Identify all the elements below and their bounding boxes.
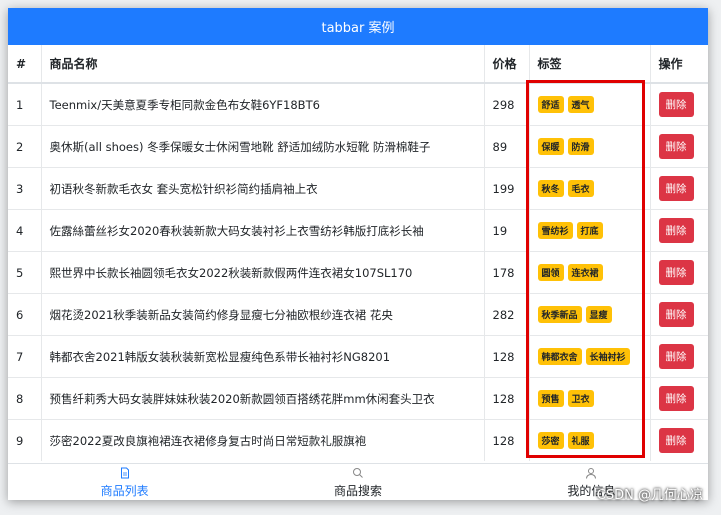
tag-badge: 秋季新品	[537, 306, 582, 323]
table-row: 4 佐露絲蕾丝衫女2020春秋装新款大码女装衬衫上衣雪纺衫韩版打底衫长袖 19 雪纺衫…	[8, 209, 708, 252]
product-name: 韩都衣舍2021韩版女装秋装新宽松显瘦纯色系带长袖衬衫NG8201	[41, 335, 485, 378]
row-index: 8	[8, 377, 42, 420]
product-tags: 保暖 防滑	[529, 125, 651, 168]
row-actions: 删除	[650, 167, 708, 210]
delete-button[interactable]: 删除	[658, 302, 694, 327]
product-name: 奥休斯(all shoes) 冬季保暖女士休闲雪地靴 舒适加绒防水短靴 防滑棉鞋…	[41, 125, 485, 168]
tag-badge: 秋冬	[537, 180, 564, 197]
column-header-tags: 标签	[529, 45, 651, 84]
product-tags: 预售 卫衣	[529, 377, 651, 420]
goods-table: # 商品名称 价格 标签 操作 1 Teenmix/天美意夏季专柜同款金色布女鞋6…	[8, 45, 708, 461]
tag-badge: 预售	[537, 390, 564, 407]
tag-badge: 防滑	[567, 138, 594, 155]
column-header-index: #	[8, 45, 42, 84]
product-tags: 秋冬 毛衣	[529, 167, 651, 210]
product-name: 预售纤莉秀大码女装胖妹妹秋装2020新款圆领百搭绣花胖mm休闲套头卫衣	[41, 377, 485, 420]
tag-badge: 雪纺衫	[537, 222, 573, 239]
product-name: Teenmix/天美意夏季专柜同款金色布女鞋6YF18BT6	[41, 82, 485, 126]
table-row: 2 奥休斯(all shoes) 冬季保暖女士休闲雪地靴 舒适加绒防水短靴 防滑棉…	[8, 125, 708, 168]
product-name: 莎密2022夏改良旗袍裙连衣裙修身复古时尚日常短款礼服旗袍	[41, 419, 485, 461]
product-price: 298	[484, 82, 530, 126]
product-name: 熙世界中长款长袖圆领毛衣女2022秋装新款假两件连衣裙女107SL170	[41, 251, 485, 294]
product-price: 128	[484, 419, 530, 461]
tag-badge: 韩都衣舍	[537, 348, 582, 365]
delete-button[interactable]: 删除	[658, 260, 694, 285]
document-icon	[120, 467, 129, 479]
delete-button[interactable]: 删除	[658, 176, 694, 201]
tag-badge: 莎密	[537, 432, 564, 449]
delete-button[interactable]: 删除	[658, 428, 694, 453]
table-row: 1 Teenmix/天美意夏季专柜同款金色布女鞋6YF18BT6 298 舒适 透气 删除	[8, 82, 708, 126]
app-header: tabbar 案例	[8, 8, 708, 45]
row-actions: 删除	[650, 209, 708, 252]
app-frame: tabbar 案例 # 商品名称 价格 标签 操作 1 Teenmix/天美意夏季…	[8, 8, 708, 500]
tag-badge: 打底	[576, 222, 603, 239]
table-row: 3 初语秋冬新款毛衣女 套头宽松针织衫简约插肩袖上衣 199 秋冬 毛衣 删除	[8, 167, 708, 210]
page-title: tabbar 案例	[321, 21, 395, 36]
row-index: 6	[8, 293, 42, 336]
product-price: 128	[484, 377, 530, 420]
row-index: 1	[8, 82, 42, 126]
column-header-price: 价格	[484, 45, 530, 84]
tag-badge: 圆领	[537, 264, 564, 281]
column-header-name: 商品名称	[41, 45, 485, 84]
row-index: 2	[8, 125, 42, 168]
row-index: 5	[8, 251, 42, 294]
user-icon	[586, 468, 597, 479]
table-row: 8 预售纤莉秀大码女装胖妹妹秋装2020新款圆领百搭绣花胖mm休闲套头卫衣 128 预…	[8, 377, 708, 420]
tag-badge: 显瘦	[585, 306, 612, 323]
row-actions: 删除	[650, 419, 708, 461]
product-price: 178	[484, 251, 530, 294]
row-index: 4	[8, 209, 42, 252]
product-name: 初语秋冬新款毛衣女 套头宽松针织衫简约插肩袖上衣	[41, 167, 485, 210]
column-header-actions: 操作	[650, 45, 708, 84]
table-header-row: # 商品名称 价格 标签 操作	[8, 45, 708, 84]
tab-goods-search[interactable]: 商品搜索	[241, 464, 474, 500]
product-tags: 圆领 连衣裙	[529, 251, 651, 294]
product-tags: 舒适 透气	[529, 82, 651, 126]
table-row: 6 烟花烫2021秋季装新品女装简约修身显瘦七分袖欧根纱连衣裙 花央 282 秋季新品…	[8, 293, 708, 336]
product-tags: 秋季新品 显瘦	[529, 293, 651, 336]
tab-label: 商品搜索	[333, 484, 382, 498]
tab-label: 商品列表	[100, 484, 149, 498]
table-row: 9 莎密2022夏改良旗袍裙连衣裙修身复古时尚日常短款礼服旗袍 128 莎密 礼服 删除	[8, 419, 708, 461]
tag-badge: 礼服	[567, 432, 594, 449]
product-tags: 韩都衣舍 长袖衬衫	[529, 335, 651, 378]
tag-badge: 舒适	[537, 96, 564, 113]
search-icon	[352, 468, 363, 478]
product-tags: 莎密 礼服	[529, 419, 651, 461]
product-price: 282	[484, 293, 530, 336]
product-tags: 雪纺衫 打底	[529, 209, 651, 252]
delete-button[interactable]: 删除	[658, 344, 694, 369]
tag-badge: 毛衣	[567, 180, 594, 197]
product-price: 128	[484, 335, 530, 378]
delete-button[interactable]: 删除	[658, 218, 694, 243]
row-actions: 删除	[650, 82, 708, 126]
product-price: 199	[484, 167, 530, 210]
delete-button[interactable]: 删除	[658, 134, 694, 159]
tab-goods-list[interactable]: 商品列表	[8, 464, 241, 500]
tag-badge: 透气	[567, 96, 594, 113]
tag-badge: 保暖	[537, 138, 564, 155]
product-name: 烟花烫2021秋季装新品女装简约修身显瘦七分袖欧根纱连衣裙 花央	[41, 293, 485, 336]
tag-badge: 卫衣	[567, 390, 594, 407]
row-index: 7	[8, 335, 42, 378]
row-actions: 删除	[650, 125, 708, 168]
row-actions: 删除	[650, 377, 708, 420]
row-actions: 删除	[650, 251, 708, 294]
table-row: 5 熙世界中长款长袖圆领毛衣女2022秋装新款假两件连衣裙女107SL170 178…	[8, 251, 708, 294]
product-name: 佐露絲蕾丝衫女2020春秋装新款大码女装衬衫上衣雪纺衫韩版打底衫长袖	[41, 209, 485, 252]
row-index: 3	[8, 167, 42, 210]
row-index: 9	[8, 419, 42, 461]
delete-button[interactable]: 删除	[658, 386, 694, 411]
row-actions: 删除	[650, 335, 708, 378]
table-row: 7 韩都衣舍2021韩版女装秋装新宽松显瘦纯色系带长袖衬衫NG8201 128 韩都衣…	[8, 335, 708, 378]
product-price: 19	[484, 209, 530, 252]
tag-badge: 连衣裙	[567, 264, 603, 281]
tag-badge: 长袖衬衫	[585, 348, 630, 365]
watermark: CSDN @几何心凉	[596, 488, 703, 503]
row-actions: 删除	[650, 293, 708, 336]
delete-button[interactable]: 删除	[658, 92, 694, 117]
product-price: 89	[484, 125, 530, 168]
